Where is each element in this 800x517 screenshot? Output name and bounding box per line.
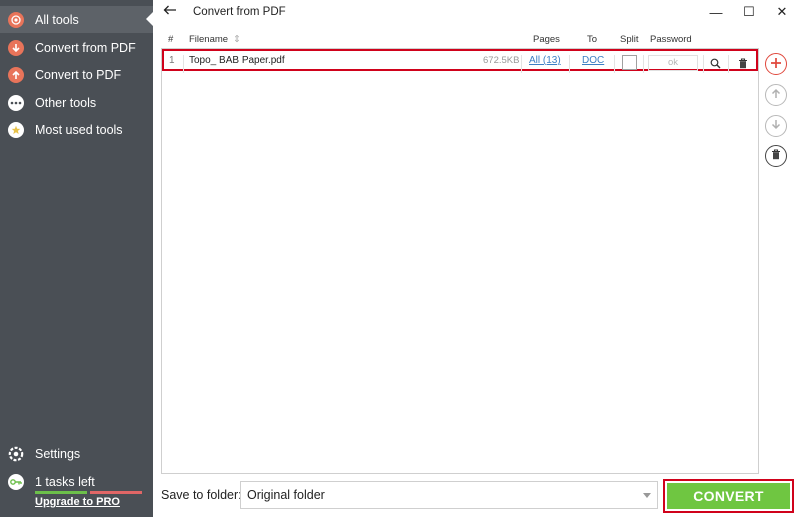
sidebar-item-label: Most used tools: [35, 122, 123, 137]
move-down-button[interactable]: [765, 115, 787, 137]
search-icon[interactable]: [707, 55, 723, 71]
convert-button[interactable]: CONVERT: [667, 483, 790, 509]
pages-link[interactable]: All (13): [529, 55, 561, 66]
dots-icon: [8, 94, 24, 111]
arrow-down-icon: [771, 119, 781, 133]
sidebar: All tools Convert from PDF Convert to PD…: [0, 0, 153, 517]
table-header: # Filename ⇕ Pages To Split Password: [161, 34, 761, 48]
sidebar-item-label: All tools: [35, 12, 79, 27]
sidebar-item-all-tools[interactable]: All tools: [0, 6, 153, 33]
row-size: 672.5KB: [483, 55, 520, 66]
chevron-down-icon: [643, 493, 651, 498]
sidebar-item-convert-from-pdf[interactable]: Convert from PDF: [0, 34, 153, 61]
col-to: To: [587, 34, 598, 45]
file-list[interactable]: [161, 48, 759, 474]
sidebar-item-convert-to-pdf[interactable]: Convert to PDF: [0, 61, 153, 88]
tasks-progress: [35, 491, 142, 494]
convert-highlight: CONVERT: [663, 479, 794, 513]
close-button[interactable]: ✕: [765, 2, 799, 22]
maximize-button[interactable]: ☐: [732, 2, 766, 22]
plus-icon: [770, 57, 782, 72]
tasks-panel: 1 tasks left Upgrade to PRO: [8, 474, 148, 508]
sidebar-item-most-used-tools[interactable]: Most used tools: [0, 116, 153, 143]
password-field[interactable]: ok: [648, 55, 698, 71]
star-icon: [8, 121, 24, 138]
settings-label: Settings: [35, 447, 81, 461]
sort-icon[interactable]: ⇕: [233, 34, 241, 45]
add-file-button[interactable]: [765, 53, 787, 75]
move-up-button[interactable]: [765, 84, 787, 106]
arrow-down-icon: [8, 39, 24, 56]
window-title: Convert from PDF: [193, 6, 286, 18]
row-index: 1: [169, 55, 175, 66]
save-folder-select[interactable]: Original folder: [240, 481, 658, 509]
settings-button[interactable]: Settings: [8, 446, 80, 462]
key-icon: [8, 474, 24, 490]
save-folder-label: Save to folder:: [161, 488, 242, 502]
col-password: Password: [650, 34, 692, 45]
sidebar-item-label: Convert from PDF: [35, 40, 136, 55]
sidebar-item-label: Convert to PDF: [35, 67, 122, 82]
sidebar-item-label: Other tools: [35, 95, 97, 110]
gear-icon: [8, 446, 24, 462]
sidebar-item-other-tools[interactable]: Other tools: [0, 89, 153, 116]
title-bar: Convert from PDF — ☐ ✕: [153, 0, 800, 24]
upgrade-link[interactable]: Upgrade to PRO: [35, 496, 120, 508]
active-indicator: [146, 12, 153, 26]
format-link[interactable]: DOC: [582, 55, 604, 66]
trash-icon[interactable]: [735, 55, 751, 71]
back-arrow-icon[interactable]: [163, 4, 177, 18]
all-tools-icon: [8, 11, 24, 28]
delete-all-button[interactable]: [765, 145, 787, 167]
arrow-up-icon: [771, 88, 781, 102]
trash-icon: [771, 149, 781, 163]
tasks-left-text: 1 tasks left: [35, 475, 95, 489]
col-index: #: [168, 34, 174, 45]
split-checkbox[interactable]: [622, 55, 637, 70]
col-filename[interactable]: Filename: [189, 34, 228, 45]
col-pages: Pages: [533, 34, 560, 45]
arrow-up-icon: [8, 66, 24, 83]
table-row[interactable]: 1 Topo_ BAB Paper.pdf 672.5KB All (13) D…: [162, 49, 758, 73]
col-split: Split: [620, 34, 639, 45]
minimize-button[interactable]: —: [699, 2, 733, 22]
row-filename: Topo_ BAB Paper.pdf: [189, 55, 285, 66]
save-folder-value: Original folder: [247, 488, 325, 502]
